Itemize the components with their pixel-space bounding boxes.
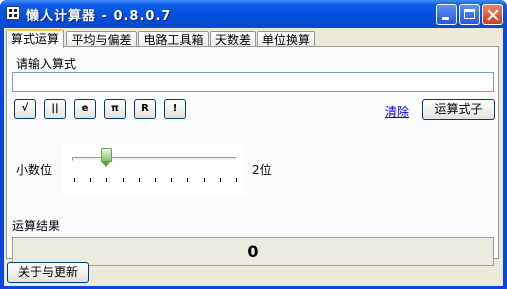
about-update-button[interactable]: 关于与更新: [7, 262, 89, 283]
slider-tick: [219, 178, 221, 182]
title-bar[interactable]: 懒人计算器 - 0.8.0.7: [0, 0, 507, 28]
decimal-readout: 2位: [252, 163, 272, 177]
window-title: 懒人计算器 - 0.8.0.7: [26, 9, 172, 24]
slider-tick: [122, 178, 124, 182]
slider-tick: [203, 178, 205, 182]
app-icon[interactable]: [6, 6, 20, 20]
input-label: 请输入算式: [16, 57, 77, 71]
formula-input[interactable]: [12, 72, 494, 92]
sqrt-button[interactable]: √: [14, 99, 36, 119]
slider-tick: [171, 178, 173, 182]
slider-tick: [236, 178, 237, 182]
formula-panel: 请输入算式 √ || e π R ! 清除 运算式子 小数位 2位 运算结果 0: [6, 46, 499, 266]
calculate-button[interactable]: 运算式子: [422, 99, 495, 120]
factorial-button[interactable]: !: [164, 99, 186, 119]
client-area: 算式运算 平均与偏差 电路工具箱 天数差 单位换算 请输入算式 √ || e π…: [4, 28, 503, 286]
slider-tick: [187, 178, 189, 182]
pi-button[interactable]: π: [104, 99, 126, 119]
app-window: 懒人计算器 - 0.8.0.7 算式运算 平均与偏差 电路工具箱 天数差 单位换…: [0, 0, 507, 289]
r-button[interactable]: R: [134, 99, 156, 119]
tab-formula[interactable]: 算式运算: [6, 29, 64, 48]
slider-tick: [155, 178, 156, 182]
slider-thumb[interactable]: [101, 148, 113, 168]
maximize-button[interactable]: [459, 4, 480, 25]
decimal-label: 小数位: [16, 163, 53, 177]
close-button[interactable]: [482, 4, 503, 25]
result-label: 运算结果: [12, 219, 61, 233]
minimize-button[interactable]: [436, 4, 457, 25]
e-button[interactable]: e: [74, 99, 96, 119]
slider-tick: [74, 178, 75, 182]
slider-tick: [106, 178, 108, 182]
clear-link[interactable]: 清除: [385, 103, 409, 120]
abs-button[interactable]: ||: [44, 99, 66, 119]
slider-tick: [90, 178, 92, 182]
slider-tick: [138, 178, 140, 182]
slider-track: [72, 157, 237, 161]
decimal-slider[interactable]: [62, 145, 246, 195]
